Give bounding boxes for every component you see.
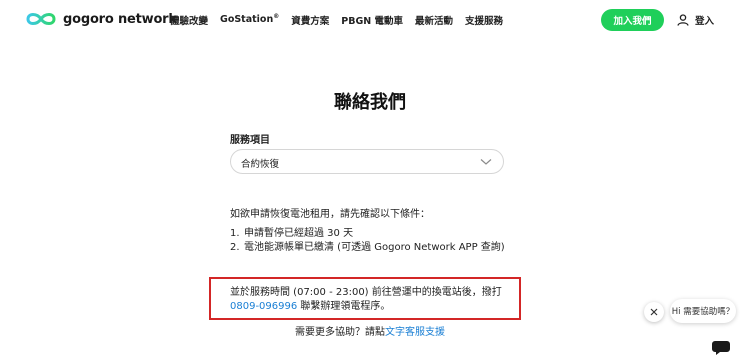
login-link[interactable]: 登入 (677, 13, 714, 27)
text-support-link[interactable]: 文字客服支援 (385, 327, 445, 338)
list-item-number: 1. (230, 228, 240, 239)
chevron-down-icon (480, 159, 492, 165)
list-item: 2. 電池能源帳單已繳清 (可透過 Gogoro Network APP 查詢) (230, 241, 506, 255)
help-text-label: 需要更多協助？請點 (295, 327, 385, 338)
list-item: 1. 申請暫停已經超過 30 天 (230, 227, 506, 241)
service-field-label: 服務項目 (230, 135, 270, 146)
service-select[interactable]: 合約恢復 (230, 149, 504, 174)
phone-number-link[interactable]: 0809-096996 (230, 301, 297, 312)
notice-text-part2: 聯繫辦理領電程序。 (297, 301, 391, 312)
chat-greeting-bubble[interactable]: Hi 需要協助嗎？ (670, 299, 736, 323)
list-item-text: 申請暫停已經超過 30 天 (244, 228, 354, 239)
main-nav: 體驗改變 GoStation® 資費方案 PBGN 電動車 最新活動 支援服務 (170, 13, 515, 27)
nav-item-experience[interactable]: 體驗改變 (170, 13, 208, 27)
login-label: 登入 (695, 16, 715, 27)
site-header: gogoro network 體驗改變 GoStation® 資費方案 PBGN… (0, 0, 740, 40)
join-us-button[interactable]: 加入我們 (601, 9, 664, 31)
chat-icon (712, 341, 730, 355)
conditions-list: 1. 申請暫停已經超過 30 天 2. 電池能源帳單已繳清 (可透過 Gogor… (230, 227, 506, 255)
logo-text: gogoro network (63, 11, 177, 27)
help-text: 需要更多協助？請點文字客服支援 (0, 323, 740, 338)
chat-open-button[interactable] (701, 332, 739, 364)
close-icon (650, 308, 658, 316)
nav-item-gostation[interactable]: GoStation® (220, 13, 279, 27)
gogoro-network-logo[interactable]: gogoro network (24, 10, 177, 28)
nav-item-gostation-label: GoStation (220, 14, 274, 26)
notice-text-part1: 並於服務時間 (07:00 - 23:00) 前往營運中的換電站後，撥打 (230, 287, 502, 298)
infinity-logo-icon (26, 13, 56, 25)
chat-close-button[interactable] (644, 302, 664, 322)
page-title: 聯絡我們 (334, 92, 406, 113)
nav-item-support[interactable]: 支援服務 (465, 13, 503, 27)
nav-item-plans[interactable]: 資費方案 (291, 13, 329, 27)
service-notice: 並於服務時間 (07:00 - 23:00) 前往營運中的換電站後，撥打 080… (230, 286, 508, 314)
nav-item-events[interactable]: 最新活動 (415, 13, 453, 27)
service-select-value: 合約恢復 (241, 159, 280, 170)
user-icon (677, 14, 689, 26)
registered-mark: ® (273, 13, 280, 20)
list-item-text: 電池能源帳單已繳清 (可透過 Gogoro Network APP 查詢) (244, 242, 505, 253)
conditions-intro: 如欲申請恢復電池租用，請先確認以下條件： (230, 209, 430, 220)
list-item-number: 2. (230, 242, 240, 253)
nav-item-pbgn-vehicles[interactable]: PBGN 電動車 (341, 13, 403, 27)
